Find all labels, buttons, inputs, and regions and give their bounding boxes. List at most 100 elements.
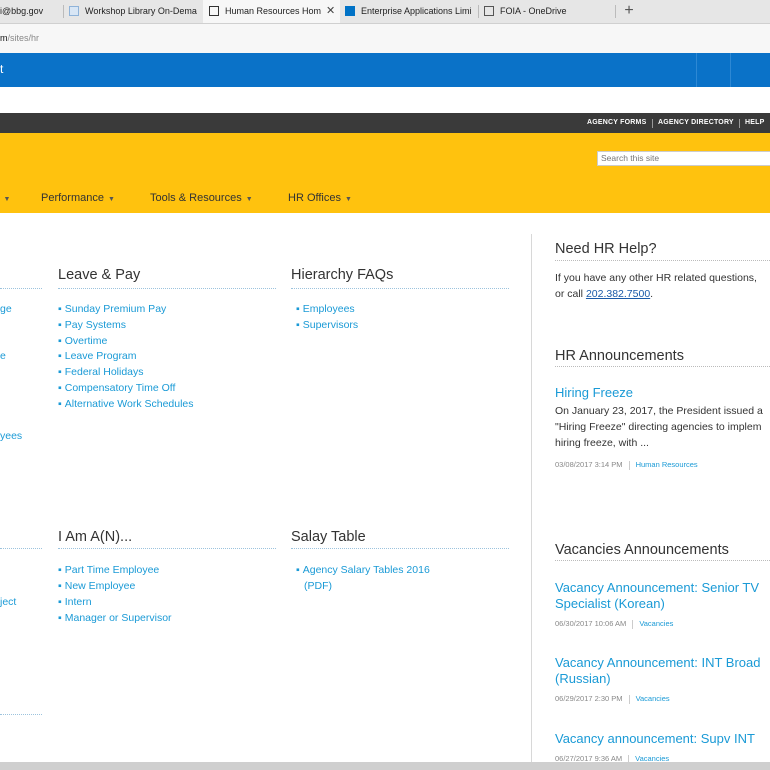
browser-tab[interactable]: Enterprise Applications Limi <box>345 0 475 23</box>
announcement-text: "Hiring Freeze" directing agencies to im… <box>555 421 762 433</box>
vacancy-title-link[interactable]: (Russian) <box>555 671 611 687</box>
list-link[interactable]: ▪ Pay Systems <box>58 319 126 331</box>
list-link[interactable]: ▪ Overtime <box>58 335 107 347</box>
column-divider <box>531 234 532 770</box>
suite-title: t <box>0 62 4 76</box>
new-tab-button[interactable]: + <box>621 0 637 23</box>
browser-tab-active[interactable]: Human Resources Hom <box>203 0 340 23</box>
section-underline <box>555 366 770 367</box>
announcement-meta: 03/08/2017 3:14 PM Human Resources <box>555 460 698 470</box>
section-title-salary-table: Salay Table <box>291 529 366 545</box>
section-underline <box>555 260 770 261</box>
announcement-text: hiring freeze, with ... <box>555 437 649 449</box>
date: 06/30/2017 10:06 AM <box>555 619 627 628</box>
list-link[interactable]: ▪ Employees <box>296 303 355 315</box>
list-link[interactable]: ▪ Compensatory Time Off <box>58 382 175 394</box>
vacancy-title-link[interactable]: Vacancy announcement: Supv INT <box>555 731 755 747</box>
dropdown-arrow-icon: ▼ <box>107 196 115 203</box>
list-link[interactable]: ▪ Federal Holidays <box>58 366 144 378</box>
vacancy-meta: 06/29/2017 2:30 PM Vacancies <box>555 694 670 704</box>
tab-label: Enterprise Applications Limi <box>361 6 472 16</box>
nav-item[interactable]: s▼ <box>0 192 11 204</box>
list-link[interactable]: ▪ Intern <box>58 596 92 608</box>
close-icon[interactable]: ✕ <box>326 0 335 23</box>
list-link[interactable]: ▪ Alternative Work Schedules <box>58 398 194 410</box>
announcement-text: On January 23, 2017, the President issue… <box>555 405 763 417</box>
date: 06/29/2017 2:30 PM <box>555 694 623 703</box>
browser-tab[interactable]: FOIA - OneDrive <box>484 0 614 23</box>
browser-tab[interactable]: Workshop Library On-Dema <box>69 0 197 23</box>
section-underline <box>0 714 42 715</box>
horizontal-scrollbar[interactable] <box>0 762 770 770</box>
hr-help-text: If you have any other HR related questio… <box>555 272 757 284</box>
page-icon <box>484 5 494 16</box>
vacancies-title: Vacancies Announcements <box>555 542 729 558</box>
section-underline <box>58 548 276 549</box>
announcement-title-link[interactable]: Hiring Freeze <box>555 385 633 401</box>
section-underline <box>291 548 509 549</box>
tab-label: Workshop Library On-Dema <box>85 6 197 16</box>
hr-help-phone-line: or call 202.382.7500. <box>555 288 654 300</box>
list-link[interactable]: ject <box>0 596 16 608</box>
list-link[interactable]: ▪ New Employee <box>58 580 135 592</box>
agency-directory-link[interactable]: AGENCY DIRECTORY <box>658 113 734 133</box>
tab-label: i@bbg.gov <box>0 6 44 16</box>
vacancy-meta: 06/30/2017 10:06 AM Vacancies <box>555 619 673 629</box>
list-link[interactable]: ▪ Sunday Premium Pay <box>58 303 166 315</box>
nav-label: Tools & Resources <box>150 192 242 204</box>
list-link[interactable]: ▪ Supervisors <box>296 319 358 331</box>
nav-label: HR Offices <box>288 192 341 204</box>
suite-bar: t <box>0 53 770 87</box>
search-input[interactable] <box>597 151 770 166</box>
help-link[interactable]: HELP <box>745 113 764 133</box>
list-link[interactable]: ▪ Agency Salary Tables 2016 <box>296 564 430 576</box>
list-link[interactable]: ▪ Manager or Supervisor <box>58 612 172 624</box>
tab-separator <box>63 5 64 18</box>
category-link[interactable]: Vacancies <box>636 694 670 703</box>
tab-label: Human Resources Hom <box>225 6 322 16</box>
page-icon <box>209 5 219 16</box>
address-path: /sites/hr <box>7 33 40 43</box>
phone-link[interactable]: 202.382.7500 <box>586 288 650 300</box>
dropdown-arrow-icon: ▼ <box>344 196 352 203</box>
list-link[interactable]: (PDF) <box>304 580 332 592</box>
section-title-hierarchy-faqs: Hierarchy FAQs <box>291 267 394 283</box>
separator <box>739 119 740 128</box>
tab-separator <box>478 5 479 18</box>
category-link[interactable]: Vacancies <box>639 619 673 628</box>
nav-item-tools-resources[interactable]: Tools & Resources ▼ <box>150 192 253 204</box>
browser-tab-strip: i@bbg.gov Workshop Library On-Dema Human… <box>0 0 770 24</box>
list-link[interactable]: ge <box>0 303 12 315</box>
separator <box>652 119 653 128</box>
vacancy-title-link[interactable]: Specialist (Korean) <box>555 596 665 612</box>
section-underline <box>58 288 276 289</box>
tab-label: FOIA - OneDrive <box>500 6 567 16</box>
utility-bar: AGENCY FORMS AGENCY DIRECTORY HELP <box>0 113 770 133</box>
section-underline <box>0 288 42 289</box>
list-link[interactable]: ▪ Leave Program <box>58 350 137 362</box>
section-underline <box>555 560 770 561</box>
sharepoint-icon <box>345 5 355 16</box>
dropdown-arrow-icon: ▼ <box>245 196 253 203</box>
list-link[interactable]: ▪ Part Time Employee <box>58 564 159 576</box>
list-link[interactable]: yees <box>0 430 22 442</box>
section-underline <box>0 548 42 549</box>
suite-button[interactable] <box>696 53 731 87</box>
browser-tab[interactable]: i@bbg.gov <box>0 0 60 23</box>
list-link[interactable]: e <box>0 350 6 362</box>
site-header <box>0 133 770 213</box>
vacancy-title-link[interactable]: Vacancy Announcement: Senior TV <box>555 580 759 596</box>
section-underline <box>291 288 509 289</box>
address-bar[interactable]: m/sites/hr <box>0 24 770 54</box>
address-host: m <box>0 33 8 43</box>
page-icon <box>69 5 79 16</box>
section-title-i-am: I Am A(N)... <box>58 529 133 545</box>
nav-item-performance[interactable]: Performance ▼ <box>41 192 115 204</box>
tab-separator <box>615 5 616 18</box>
category-link[interactable]: Human Resources <box>636 460 698 469</box>
dropdown-arrow-icon: ▼ <box>3 196 11 203</box>
nav-item-hr-offices[interactable]: HR Offices ▼ <box>288 192 352 204</box>
agency-forms-link[interactable]: AGENCY FORMS <box>587 113 646 133</box>
vacancy-title-link[interactable]: Vacancy Announcement: INT Broad <box>555 655 760 671</box>
suite-button[interactable] <box>730 53 765 87</box>
